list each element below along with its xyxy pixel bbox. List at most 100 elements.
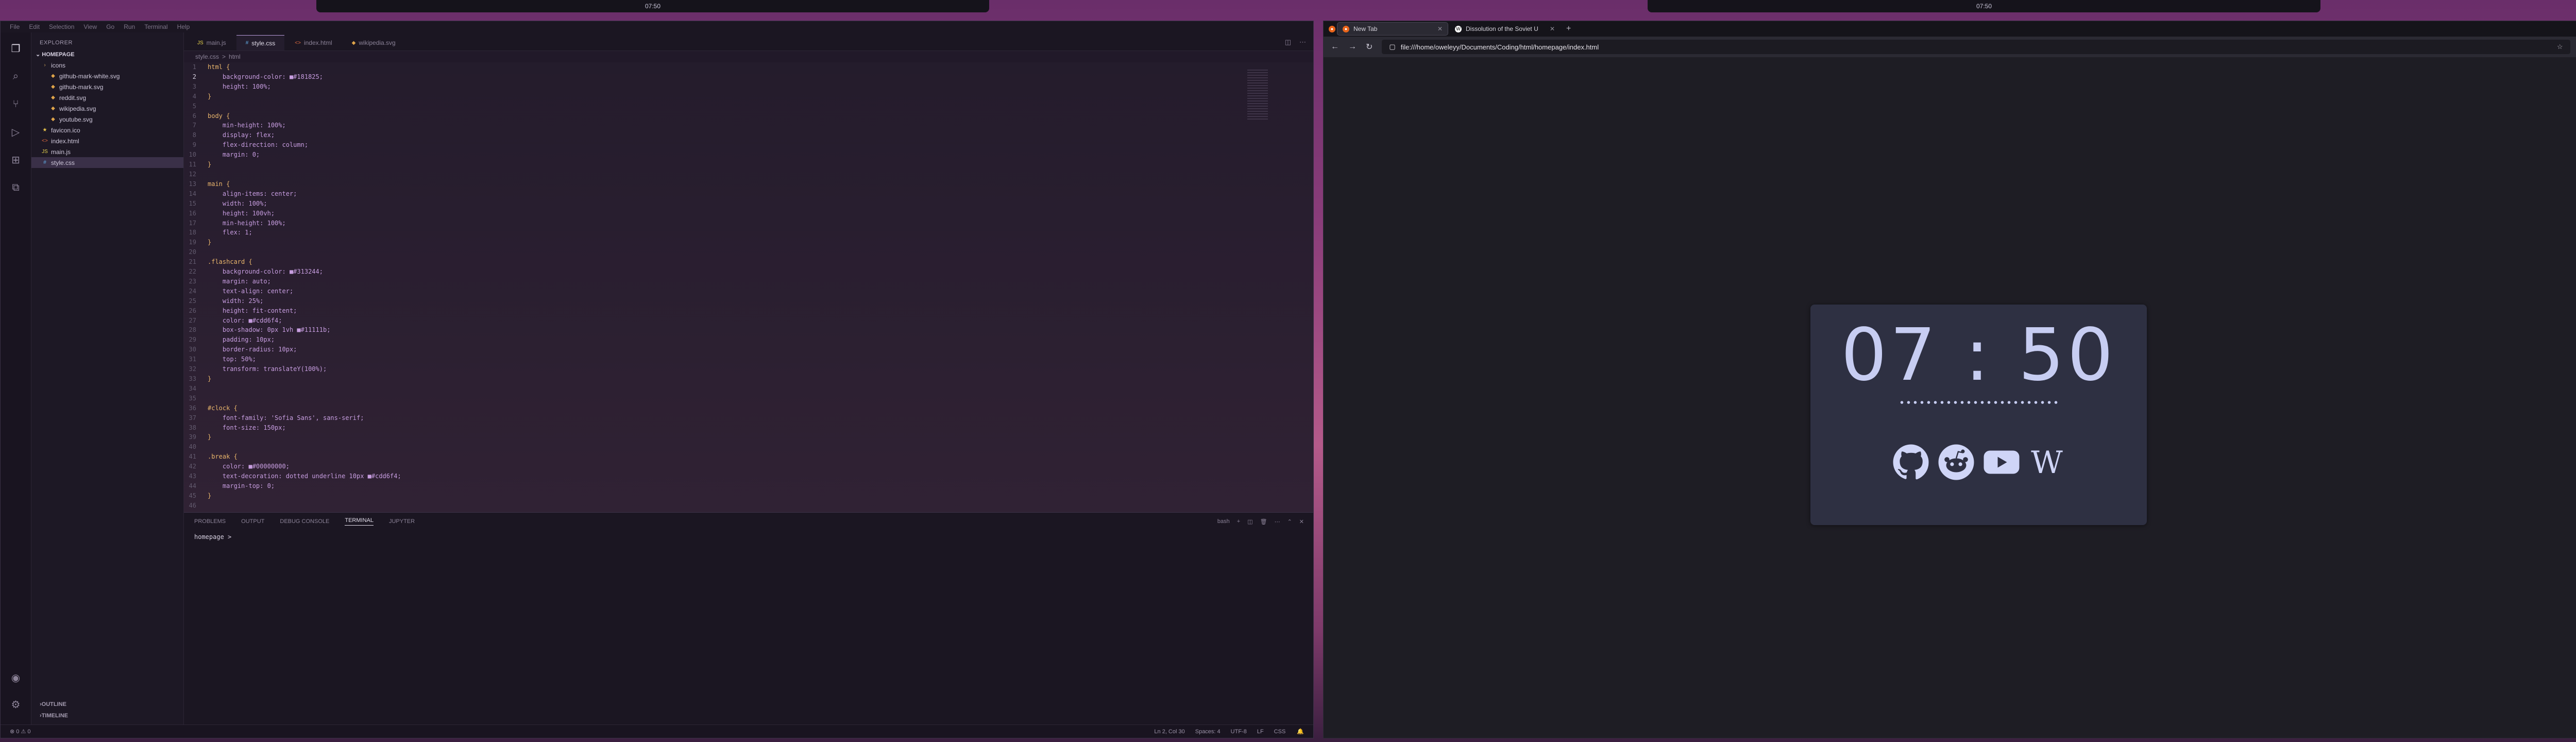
panel-tab-debug-console[interactable]: DEBUG CONSOLE bbox=[280, 518, 329, 525]
code-line: 33} bbox=[184, 374, 1246, 384]
github-icon[interactable] bbox=[1892, 444, 1929, 481]
status-item[interactable]: CSS bbox=[1274, 729, 1286, 735]
close-tab-icon[interactable]: ✕ bbox=[1550, 25, 1555, 32]
bottom-panel: PROBLEMS OUTPUT DEBUG CONSOLE TERMINAL JUPYT… bbox=[184, 512, 1313, 724]
editor-tab[interactable]: <> index.html bbox=[285, 35, 341, 50]
split-editor-icon[interactable]: ◫ bbox=[1285, 38, 1291, 46]
browser-tab-strip: ● ● New Tab ✕ W Dissolution of the Sovie… bbox=[1324, 21, 2576, 37]
gear-icon[interactable]: ⚙ bbox=[9, 698, 23, 711]
code-line: 10 margin: 0; bbox=[184, 150, 1246, 160]
menu-item-go[interactable]: Go bbox=[106, 23, 114, 30]
status-item[interactable]: UTF-8 bbox=[1231, 729, 1247, 735]
status-item[interactable]: Spaces: 4 bbox=[1195, 729, 1221, 735]
line-number: 16 bbox=[189, 209, 196, 217]
browser-menu-icon[interactable]: ● bbox=[1329, 25, 1335, 32]
close-tab-icon[interactable]: ✕ bbox=[1437, 25, 1443, 32]
tree-item-label: github-mark.svg bbox=[59, 83, 104, 91]
split-terminal-icon[interactable]: ◫ bbox=[1247, 518, 1252, 525]
code-text: } bbox=[208, 161, 212, 168]
reddit-icon[interactable] bbox=[1938, 444, 1975, 481]
tree-file[interactable]: <> index.html bbox=[31, 136, 183, 146]
menu-item-run[interactable]: Run bbox=[124, 23, 135, 30]
problems-status[interactable]: ⊗ 0 ⚠ 0 bbox=[10, 728, 30, 735]
menu-item-file[interactable]: File bbox=[10, 23, 20, 30]
back-icon[interactable]: ← bbox=[1331, 42, 1339, 52]
youtube-icon[interactable] bbox=[1983, 444, 2020, 481]
panel-tab-output[interactable]: OUTPUT bbox=[241, 518, 264, 525]
browser-tab-new-tab[interactable]: ● New Tab ✕ bbox=[1337, 22, 1448, 36]
line-number: 39 bbox=[189, 433, 196, 441]
status-item[interactable]: Ln 2, Col 30 bbox=[1154, 729, 1184, 735]
more-icon[interactable]: ⋯ bbox=[1275, 518, 1280, 525]
code-line: 5 bbox=[184, 102, 1246, 111]
forward-icon[interactable]: → bbox=[1348, 42, 1357, 52]
more-actions-icon[interactable]: ⋯ bbox=[1299, 38, 1306, 46]
tree-folder[interactable]: › icons bbox=[31, 60, 183, 71]
folder-title[interactable]: ⌄ HOMEPAGE bbox=[31, 49, 183, 60]
account-icon[interactable]: ◉ bbox=[9, 671, 23, 684]
code-text: height: 100%; bbox=[208, 82, 271, 90]
run-debug-icon[interactable]: ▷ bbox=[9, 125, 23, 139]
code-text: .flashcard { bbox=[208, 258, 252, 266]
menu-item-edit[interactable]: Edit bbox=[29, 23, 40, 30]
code-text: text-decoration: dotted underline 10px ■… bbox=[208, 473, 401, 480]
tree-file[interactable]: ◆ youtube.svg bbox=[31, 114, 183, 125]
code-line: 29 padding: 10px; bbox=[184, 335, 1246, 345]
line-number: 40 bbox=[189, 443, 196, 451]
reload-icon[interactable]: ↻ bbox=[1366, 42, 1372, 52]
panel-tab-jupyter[interactable]: JUPYTER bbox=[389, 518, 415, 525]
breadcrumb-item[interactable]: html bbox=[229, 53, 241, 60]
maximize-panel-icon[interactable]: ⌃ bbox=[1287, 518, 1292, 525]
tree-file[interactable]: # style.css bbox=[31, 157, 183, 168]
tree-file[interactable]: ★ favicon.ico bbox=[31, 125, 183, 136]
line-number: 2 bbox=[192, 73, 196, 80]
line-number: 22 bbox=[189, 268, 196, 276]
code-line: 40 bbox=[184, 442, 1246, 452]
tree-file[interactable]: ◆ wikipedia.svg bbox=[31, 103, 183, 114]
quick-links: W bbox=[1892, 444, 2065, 481]
add-terminal-icon[interactable]: + bbox=[1237, 518, 1240, 525]
browser-tab-wikipedia[interactable]: W Dissolution of the Soviet U ✕ bbox=[1450, 23, 1560, 35]
status-item[interactable]: LF bbox=[1257, 729, 1264, 735]
file-type-icon: JS bbox=[197, 40, 204, 46]
bookmark-star-icon[interactable]: ☆ bbox=[2557, 43, 2563, 51]
terminal[interactable]: homepage > bbox=[184, 530, 1313, 544]
bell-icon[interactable]: 🔔 bbox=[1297, 728, 1304, 735]
editor-tab[interactable]: ◆ wikipedia.svg bbox=[343, 35, 405, 50]
code-line: 8 display: flex; bbox=[184, 130, 1246, 140]
tree-file[interactable]: ◆ github-mark-white.svg bbox=[31, 71, 183, 81]
wikipedia-icon[interactable]: W bbox=[2028, 444, 2065, 481]
code-editor[interactable]: 1 html {2 background-color: ■#181825; 3 he… bbox=[184, 62, 1313, 512]
remote-icon[interactable]: ⧉ bbox=[9, 181, 23, 194]
panel-tab-problems[interactable]: PROBLEMS bbox=[194, 518, 226, 525]
search-icon[interactable]: ⌕ bbox=[9, 70, 23, 83]
menu-item-view[interactable]: View bbox=[83, 23, 97, 30]
tree-item-label: github-mark-white.svg bbox=[59, 72, 120, 80]
code-text: } bbox=[208, 375, 212, 382]
panel-tab-terminal[interactable]: TERMINAL bbox=[345, 517, 374, 526]
minimap[interactable] bbox=[1247, 70, 1268, 121]
url-bar[interactable]: ▢ file:///home/oweleyy/Documents/Coding/… bbox=[1382, 40, 2570, 54]
editor-tab-label: index.html bbox=[303, 39, 332, 46]
new-tab-button[interactable]: + bbox=[1562, 24, 1575, 33]
editor-tab[interactable]: JS main.js bbox=[188, 35, 235, 50]
line-number: 38 bbox=[189, 424, 196, 431]
editor-tab[interactable]: # style.css bbox=[236, 35, 285, 50]
tree-file[interactable]: ◆ github-mark.svg bbox=[31, 81, 183, 92]
code-line: 43 text-decoration: dotted underline 10p… bbox=[184, 471, 1246, 481]
code-text: min-height: 100%; bbox=[208, 219, 286, 227]
breadcrumb-item[interactable]: style.css bbox=[195, 53, 219, 60]
extensions-icon[interactable]: ⊞ bbox=[9, 153, 23, 166]
trash-icon[interactable]: 🗑 bbox=[1260, 518, 1267, 525]
menu-item-selection[interactable]: Selection bbox=[49, 23, 74, 30]
tree-file[interactable]: JS main.js bbox=[31, 146, 183, 157]
tree-file[interactable]: ◆ reddit.svg bbox=[31, 92, 183, 103]
terminal-shell-label[interactable]: bash bbox=[1217, 518, 1230, 525]
source-control-icon[interactable]: ⑂ bbox=[9, 97, 23, 111]
timeline-section[interactable]: › TIMELINE bbox=[40, 710, 175, 721]
outline-section[interactable]: › OUTLINE bbox=[40, 699, 175, 710]
menu-item-help[interactable]: Help bbox=[177, 23, 190, 30]
menu-item-terminal[interactable]: Terminal bbox=[144, 23, 167, 30]
close-icon[interactable]: ✕ bbox=[1299, 518, 1304, 525]
explorer-icon[interactable]: ❐ bbox=[9, 42, 23, 55]
